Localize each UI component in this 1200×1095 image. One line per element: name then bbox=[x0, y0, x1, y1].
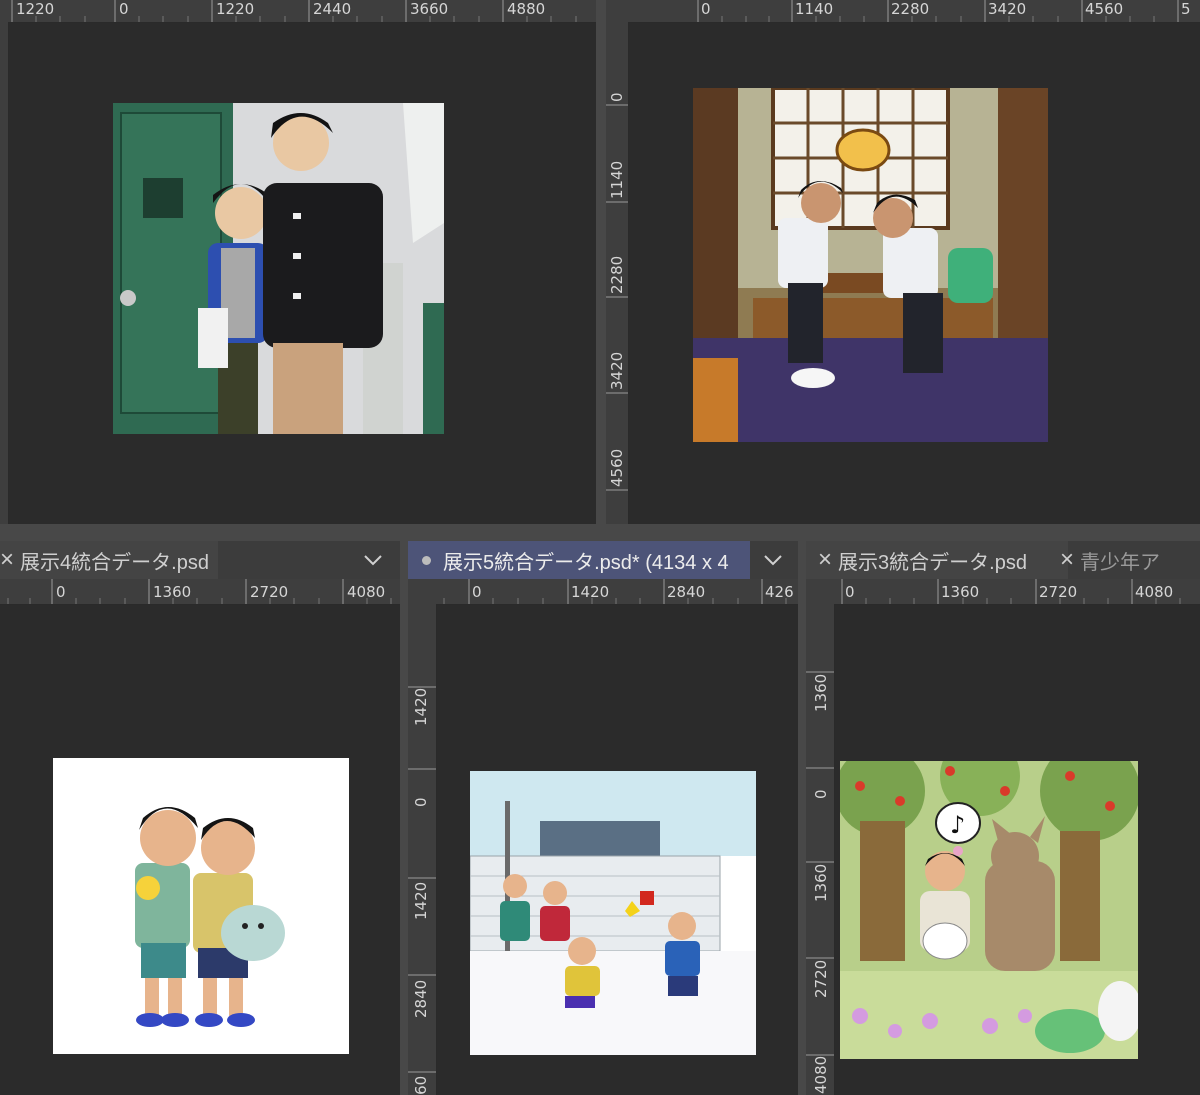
horizontal-ruler: 1220 0 1220 2440 3660 4880 bbox=[0, 0, 596, 23]
ruler-label: 0 bbox=[119, 0, 129, 18]
ruler-label: 426 bbox=[765, 583, 794, 601]
horizontal-ruler: 0 1360 2720 4080 bbox=[806, 579, 1200, 605]
ruler-label: 4080 bbox=[347, 583, 386, 601]
ruler-label: 0 bbox=[412, 797, 430, 807]
ruler-label: 1220 bbox=[216, 0, 255, 18]
ruler-label: 4080 bbox=[1135, 583, 1174, 601]
ruler-label: 2280 bbox=[891, 0, 930, 18]
ruler-label: 0 bbox=[472, 583, 482, 601]
ruler-label: 0 bbox=[608, 92, 626, 102]
artwork-ramen-shop[interactable] bbox=[693, 88, 1048, 442]
vertical-ruler: 0 1140 2280 3420 4560 bbox=[606, 22, 629, 524]
tab-document-3[interactable]: × 展示3統合データ.psd bbox=[806, 541, 1068, 579]
ruler-label: 1360 bbox=[812, 863, 830, 902]
artwork-snowy-street[interactable] bbox=[470, 771, 756, 1055]
ruler-label: 1140 bbox=[608, 160, 626, 199]
horizontal-ruler: 0 1420 2840 426 bbox=[408, 579, 798, 605]
close-icon[interactable]: × bbox=[0, 546, 14, 574]
horizontal-ruler: 0 1140 2280 3420 4560 5 bbox=[606, 0, 1200, 23]
tab-document-4[interactable]: × 展示4統合データ.psd bbox=[0, 541, 218, 579]
artwork-boys-with-plush[interactable] bbox=[53, 758, 349, 1054]
ruler-label: 5 bbox=[1181, 0, 1191, 18]
ruler-label: 1220 bbox=[16, 0, 55, 18]
ruler-label: 1420 bbox=[412, 881, 430, 920]
ruler-label: 2280 bbox=[608, 255, 626, 294]
pane-bottom-right[interactable]: 0 1360 2720 4080 1360 0 1360 2720 4080 ♪ bbox=[806, 579, 1200, 1095]
ruler-label: 1360 bbox=[941, 583, 980, 601]
pane-top-right[interactable]: 0 1140 2280 3420 4560 5 0 1140 2280 3420… bbox=[606, 0, 1200, 524]
horizontal-ruler: 0 1360 2720 4080 bbox=[0, 579, 400, 605]
ruler-label: 1360 bbox=[153, 583, 192, 601]
ruler-label: 2720 bbox=[1039, 583, 1078, 601]
tab-label: 展示3統合データ.psd bbox=[838, 551, 1027, 574]
ruler-label: 0 bbox=[812, 789, 830, 799]
close-icon[interactable]: × bbox=[1060, 546, 1074, 574]
ruler-label: 2840 bbox=[667, 583, 706, 601]
close-icon[interactable]: × bbox=[818, 546, 832, 574]
ruler-label: 1360 bbox=[812, 673, 830, 712]
ruler-label: 0 bbox=[56, 583, 66, 601]
ruler-label: 2440 bbox=[313, 0, 352, 18]
ruler-label: 4260 bbox=[412, 1075, 430, 1095]
ruler-label: 3660 bbox=[410, 0, 449, 18]
ruler-label: 2720 bbox=[250, 583, 289, 601]
modified-dot-icon bbox=[422, 555, 431, 565]
pane-top-left[interactable]: 1220 0 1220 2440 3660 4880 bbox=[0, 0, 596, 524]
vertical-ruler: 1360 0 1360 2720 4080 bbox=[806, 604, 835, 1095]
ruler-label: 4880 bbox=[507, 0, 546, 18]
tab-label: 展示5統合データ.psd* (4134 x 4 bbox=[443, 551, 729, 574]
tab-document-5[interactable]: 展示5統合データ.psd* (4134 x 4 bbox=[408, 541, 750, 579]
ruler-label: 4560 bbox=[608, 448, 626, 487]
ruler-label: 1140 bbox=[795, 0, 834, 18]
artwork-locker-room[interactable] bbox=[113, 103, 444, 434]
ruler-label: 2720 bbox=[812, 959, 830, 998]
pane-bottom-center[interactable]: 0 1420 2840 426 1420 0 1420 2840 4260 bbox=[408, 579, 798, 1095]
ruler-label: 4080 bbox=[812, 1055, 830, 1094]
ruler-label: 3420 bbox=[988, 0, 1027, 18]
tabbar-bottom-left: × 展示4統合データ.psd bbox=[0, 541, 400, 579]
ruler-label: 0 bbox=[845, 583, 855, 601]
ruler-label: 1420 bbox=[571, 583, 610, 601]
tab-label: 青少年ア bbox=[1080, 551, 1161, 574]
chevron-down-icon[interactable] bbox=[762, 549, 784, 571]
ruler-label: 2840 bbox=[412, 979, 430, 1018]
ruler-label: 4560 bbox=[1085, 0, 1124, 18]
artwork-forest-tale[interactable]: ♪ bbox=[840, 761, 1138, 1059]
vertical-ruler: 1420 0 1420 2840 4260 bbox=[408, 604, 437, 1095]
tabbar-bottom-center: 展示5統合データ.psd* (4134 x 4 bbox=[408, 541, 798, 579]
tab-document-youth[interactable]: × 青少年ア bbox=[1056, 541, 1200, 579]
pane-bottom-left[interactable]: 0 1360 2720 4080 bbox=[0, 579, 400, 1095]
tabbar-bottom-right: × 展示3統合データ.psd × 青少年ア bbox=[806, 541, 1200, 579]
tab-label: 展示4統合データ.psd bbox=[20, 551, 209, 574]
svg-text:♪: ♪ bbox=[950, 811, 965, 839]
ruler-label: 1420 bbox=[412, 687, 430, 726]
ruler-label: 3420 bbox=[608, 351, 626, 390]
vertical-ruler bbox=[0, 22, 9, 524]
ruler-label: 0 bbox=[701, 0, 711, 18]
chevron-down-icon[interactable] bbox=[362, 549, 384, 571]
